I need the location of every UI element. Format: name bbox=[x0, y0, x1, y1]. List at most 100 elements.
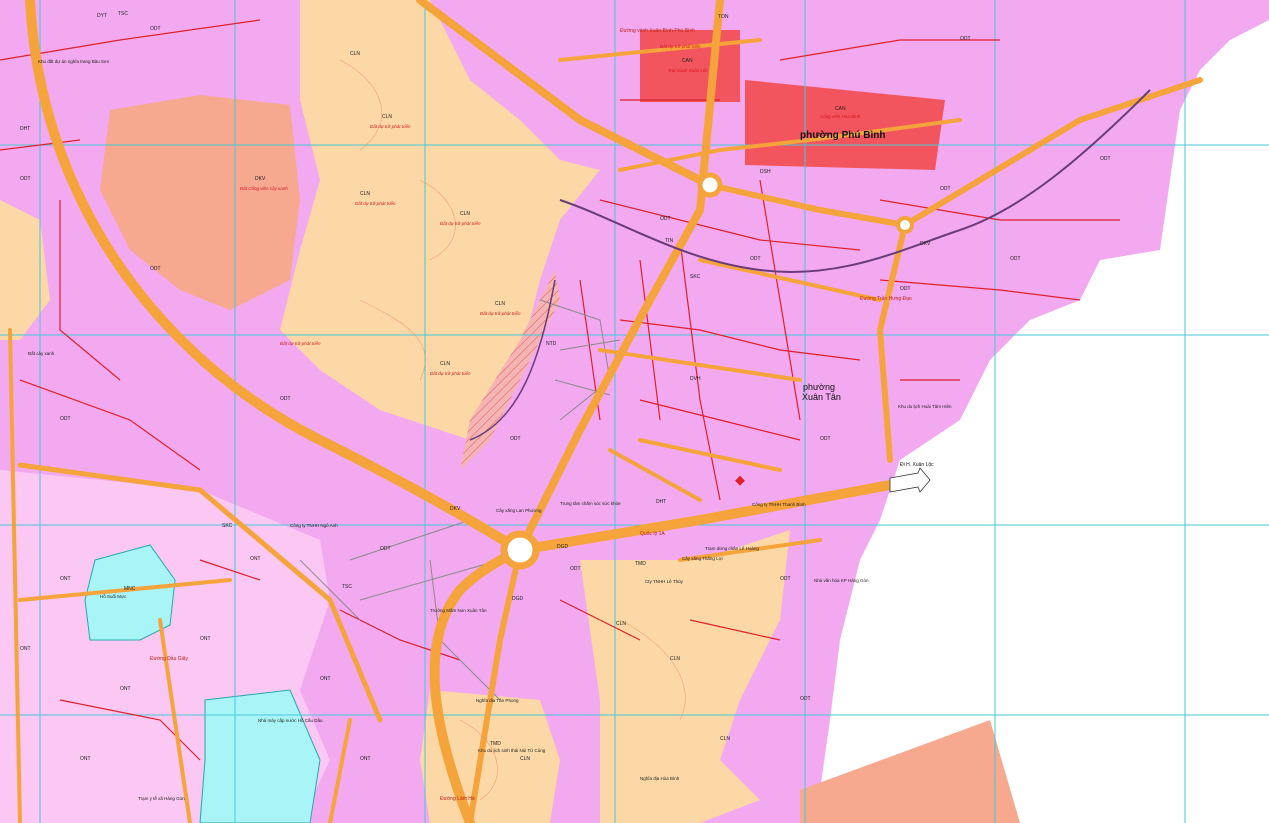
svg-text:CLN: CLN bbox=[382, 114, 392, 120]
svg-text:Khu du lịch Hoài Tâm Hiên: Khu du lịch Hoài Tâm Hiên bbox=[898, 404, 952, 409]
svg-text:Hồ Suối Mực: Hồ Suối Mực bbox=[100, 594, 127, 599]
svg-text:DGD: DGD bbox=[557, 544, 569, 550]
svg-text:ONT: ONT bbox=[20, 646, 31, 652]
land-use-map[interactable]: phường Phú Bình phường Xuân Tân Đi H. Xu… bbox=[0, 0, 1269, 823]
phu-binh-roundabout bbox=[697, 172, 723, 198]
road-label-lang-ha: Đường Lâm Hà bbox=[440, 796, 475, 802]
svg-text:Trạm dừng chân Lê Hoàng: Trạm dừng chân Lê Hoàng bbox=[705, 546, 759, 551]
road-label-xb: Đường vành Xuân Bình-Phú Bình bbox=[620, 28, 695, 34]
svg-text:ODT: ODT bbox=[800, 696, 811, 702]
svg-text:Khu du lịch sinh thái Núi Tứ C: Khu du lịch sinh thái Núi Tứ Cúng bbox=[478, 748, 546, 753]
svg-text:CAN: CAN bbox=[682, 58, 693, 64]
svg-text:ODT: ODT bbox=[750, 256, 761, 262]
svg-text:ODT: ODT bbox=[780, 576, 791, 582]
svg-text:ONT: ONT bbox=[320, 676, 331, 682]
svg-text:ODT: ODT bbox=[940, 186, 951, 192]
svg-text:Công viên Hòa Bình: Công viên Hòa Bình bbox=[820, 114, 861, 119]
svg-text:ODT: ODT bbox=[900, 286, 911, 292]
svg-text:DKV: DKV bbox=[450, 506, 461, 512]
svg-text:Cty TNHH Lê Thủy: Cty TNHH Lê Thủy bbox=[645, 578, 684, 584]
svg-text:SKC: SKC bbox=[690, 274, 701, 280]
svg-text:Trạm y tế xã Hàng Gòn: Trạm y tế xã Hàng Gòn bbox=[138, 796, 185, 801]
ward-label-xuan-tan: phường bbox=[803, 382, 835, 392]
svg-text:Trung tâm chăm sóc sức khỏe: Trung tâm chăm sóc sức khỏe bbox=[560, 500, 621, 506]
svg-text:ODT: ODT bbox=[570, 566, 581, 572]
svg-text:SKC: SKC bbox=[222, 523, 233, 529]
svg-text:CLN: CLN bbox=[440, 361, 450, 367]
svg-text:CLN: CLN bbox=[360, 191, 370, 197]
road-label-dau-giay: Đường Dầu Giây bbox=[150, 656, 189, 662]
svg-text:Đất dự trữ phát triển: Đất dự trữ phát triển bbox=[370, 123, 411, 129]
svg-text:ODT: ODT bbox=[380, 546, 391, 552]
svg-text:CLN: CLN bbox=[670, 656, 680, 662]
svg-text:Nghĩa địa Tân Phong: Nghĩa địa Tân Phong bbox=[476, 698, 519, 703]
svg-text:CLN: CLN bbox=[520, 756, 530, 762]
svg-text:Trại Giam Xuân Lộc: Trại Giam Xuân Lộc bbox=[668, 68, 708, 73]
svg-text:Nghĩa địa Hòa Bình: Nghĩa địa Hòa Bình bbox=[640, 776, 680, 781]
svg-text:Đất dự trữ phát triển: Đất dự trữ phát triển bbox=[480, 310, 521, 316]
east-roundabout bbox=[896, 216, 914, 234]
svg-text:DYT: DYT bbox=[97, 13, 107, 19]
svg-text:NTD: NTD bbox=[546, 341, 557, 347]
prison-area bbox=[640, 30, 740, 102]
ward-label-xuan-tan-2: Xuân Tân bbox=[802, 392, 841, 402]
svg-text:ODT: ODT bbox=[280, 396, 291, 402]
svg-text:TSC: TSC bbox=[342, 584, 352, 590]
svg-text:TSC: TSC bbox=[118, 11, 128, 17]
svg-text:ODT: ODT bbox=[150, 266, 161, 272]
svg-text:CAN: CAN bbox=[835, 106, 846, 112]
svg-text:CLN: CLN bbox=[460, 211, 470, 217]
svg-text:Nhà văn hóa KP Hàng Gòn: Nhà văn hóa KP Hàng Gòn bbox=[814, 578, 869, 583]
svg-text:ONT: ONT bbox=[200, 636, 211, 642]
svg-text:ODT: ODT bbox=[1100, 156, 1111, 162]
svg-text:ODT: ODT bbox=[510, 436, 521, 442]
svg-text:TIN: TIN bbox=[665, 238, 673, 244]
direction-label-xuan-loc: Đi H. Xuân Lộc bbox=[900, 462, 934, 468]
svg-text:Công ty TNHH Ngô Anh: Công ty TNHH Ngô Anh bbox=[290, 523, 338, 528]
svg-text:Đất dự trữ phát triển: Đất dự trữ phát triển bbox=[280, 340, 321, 346]
svg-text:Cây xăng Lan Phương: Cây xăng Lan Phương bbox=[496, 508, 542, 513]
svg-text:ODT: ODT bbox=[150, 26, 161, 32]
svg-text:Trường Mầm Non Xuân Tân: Trường Mầm Non Xuân Tân bbox=[430, 608, 487, 613]
svg-text:DVH: DVH bbox=[690, 376, 701, 382]
svg-text:Khu đất dự án nghĩa trang Bàu: Khu đất dự án nghĩa trang Bàu Sen bbox=[38, 59, 110, 64]
svg-text:ONT: ONT bbox=[120, 686, 131, 692]
svg-text:ONT: ONT bbox=[80, 756, 91, 762]
svg-text:Đất dự trữ phát triển: Đất dự trữ phát triển bbox=[660, 43, 701, 49]
road-label-thd: Đường Trần Hưng Đạo bbox=[860, 296, 912, 302]
svg-text:ODT: ODT bbox=[960, 36, 971, 42]
ward-label-phu-binh: phường Phú Bình bbox=[800, 130, 885, 141]
svg-text:CLN: CLN bbox=[495, 301, 505, 307]
svg-text:TMD: TMD bbox=[635, 561, 646, 567]
svg-text:Đất dự trữ phát triển: Đất dự trữ phát triển bbox=[440, 220, 481, 226]
svg-text:ODT: ODT bbox=[60, 416, 71, 422]
svg-text:CLN: CLN bbox=[350, 51, 360, 57]
svg-text:ONT: ONT bbox=[60, 576, 71, 582]
svg-text:ODT: ODT bbox=[20, 176, 31, 182]
svg-text:ONT: ONT bbox=[250, 556, 261, 562]
svg-text:Cây xăng Thắng Lợi: Cây xăng Thắng Lợi bbox=[682, 555, 723, 561]
svg-text:Công ty TNHH Thanh Bình: Công ty TNHH Thanh Bình bbox=[752, 502, 806, 507]
svg-text:DKV: DKV bbox=[920, 241, 931, 247]
svg-text:Đất Công viên cây xanh: Đất Công viên cây xanh bbox=[240, 185, 288, 191]
svg-text:CLN: CLN bbox=[720, 736, 730, 742]
svg-text:DKV: DKV bbox=[255, 176, 266, 182]
svg-text:TON: TON bbox=[718, 14, 729, 20]
svg-text:ODT: ODT bbox=[660, 216, 671, 222]
svg-text:TMD: TMD bbox=[490, 741, 501, 747]
svg-text:Đất dự trữ phát triển: Đất dự trữ phát triển bbox=[355, 200, 396, 206]
road-label-ql1a: Quốc lộ 1A bbox=[640, 531, 665, 537]
svg-text:DSH: DSH bbox=[760, 169, 771, 175]
svg-text:ONT: ONT bbox=[360, 756, 371, 762]
central-roundabout bbox=[500, 530, 540, 570]
svg-text:DGD: DGD bbox=[512, 596, 524, 602]
svg-text:Nhà máy cấp nước Hồ Cầu Dầu: Nhà máy cấp nước Hồ Cầu Dầu bbox=[258, 718, 323, 723]
svg-text:DHT: DHT bbox=[20, 126, 30, 132]
svg-text:CLN: CLN bbox=[616, 621, 626, 627]
svg-text:ODT: ODT bbox=[1010, 256, 1021, 262]
svg-text:ODT: ODT bbox=[820, 436, 831, 442]
svg-text:MNC: MNC bbox=[124, 586, 136, 592]
svg-text:Đất dự trữ phát triển: Đất dự trữ phát triển bbox=[430, 370, 471, 376]
svg-text:Đất cây xanh: Đất cây xanh bbox=[28, 351, 55, 356]
svg-text:DHT: DHT bbox=[656, 499, 666, 505]
